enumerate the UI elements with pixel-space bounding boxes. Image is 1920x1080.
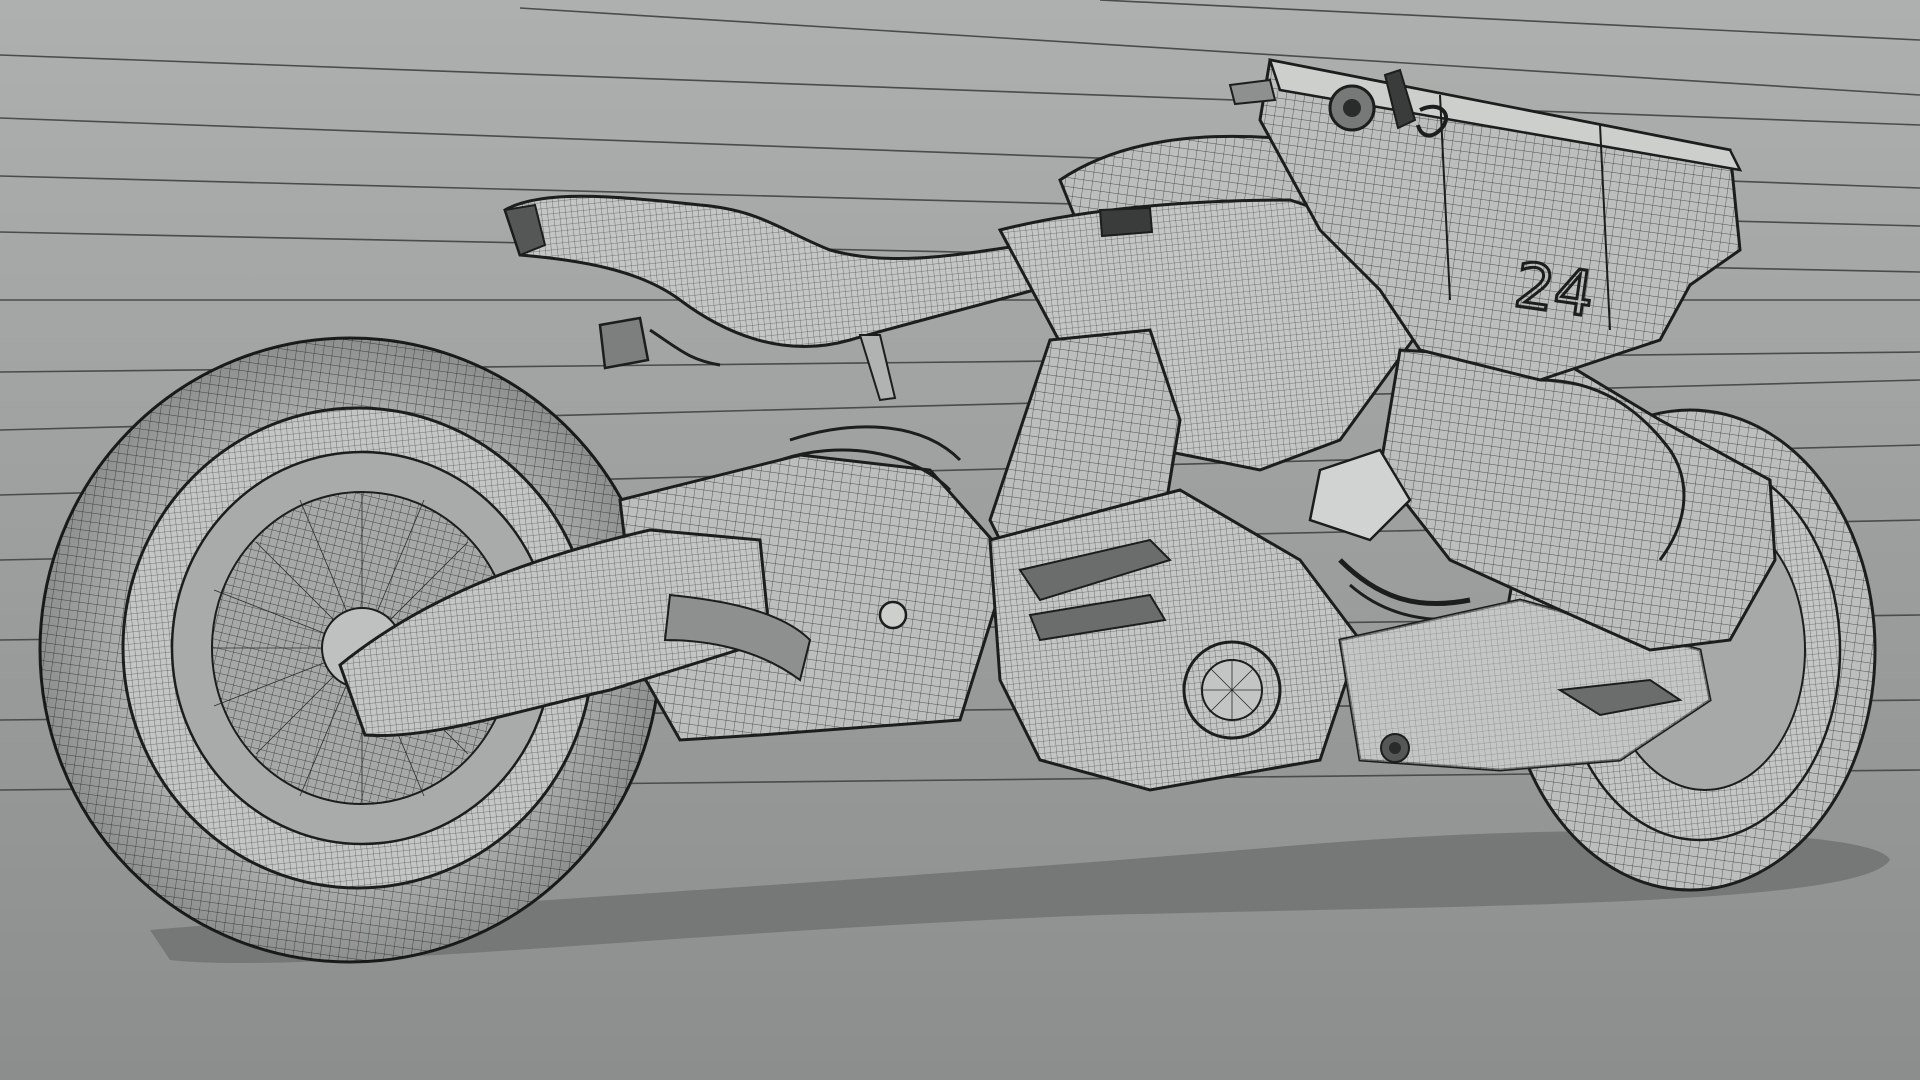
tail-light xyxy=(1098,206,1154,238)
render-viewport: 24 xyxy=(0,0,1920,1080)
race-number: 24 xyxy=(1510,248,1598,331)
